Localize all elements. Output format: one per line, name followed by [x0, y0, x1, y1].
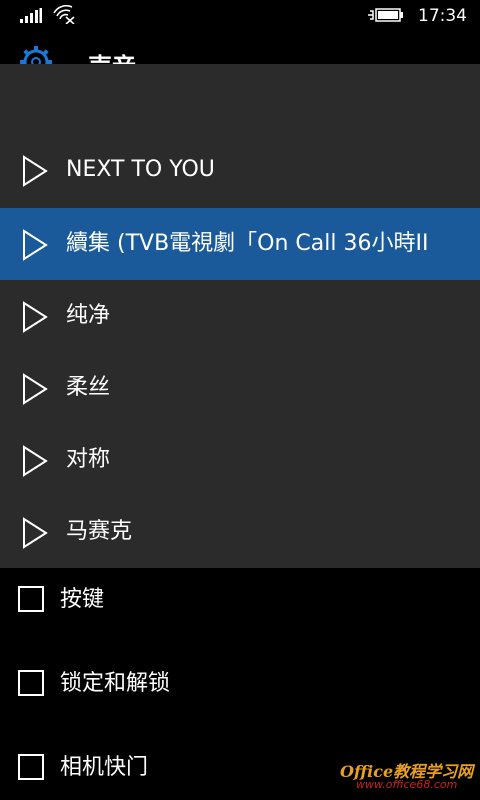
screen: 17:34 声音 NEXT TO YOU — [0, 0, 480, 800]
status-bar: 17:34 — [0, 0, 480, 32]
play-outline-icon — [23, 229, 48, 261]
checkbox-label: 按键 — [60, 587, 105, 612]
play-outline-icon — [23, 301, 48, 333]
dropdown-item-on-call[interactable]: 續集 (TVB電視劇「On Call 36小時II — [0, 208, 480, 280]
dropdown-item-next-to-you[interactable]: NEXT TO YOU — [0, 134, 480, 206]
dropdown-item-silk[interactable]: 柔丝 — [0, 352, 480, 424]
battery-charging-icon — [368, 8, 403, 22]
play-outline-icon — [23, 445, 48, 477]
camera-shutter-checkbox[interactable] — [18, 754, 44, 780]
dropdown-item-label: 马赛克 — [66, 519, 133, 544]
status-time: 17:34 — [418, 6, 467, 26]
dropdown-item-label: NEXT TO YOU — [66, 157, 215, 182]
checkbox-label: 锁定和解锁 — [60, 671, 171, 696]
dropdown-item-label: 纯净 — [66, 303, 111, 328]
lock-unlock-checkbox[interactable] — [18, 670, 44, 696]
watermark: Office教程学习网 www.office68.com — [340, 758, 473, 796]
checkbox-label: 相机快门 — [60, 755, 149, 780]
play-outline-icon — [23, 373, 48, 405]
dropdown-item-label: 續集 (TVB電視劇「On Call 36小時II — [66, 231, 429, 256]
dropdown-item-label: 对称 — [66, 447, 111, 472]
dropdown-item-label: 柔丝 — [66, 375, 111, 400]
dropdown-item-pure[interactable]: 纯净 — [0, 280, 480, 352]
checkbox-row-keys[interactable]: 按键 — [0, 570, 480, 630]
checkbox-row-lock-unlock[interactable]: 锁定和解锁 — [0, 654, 480, 714]
play-outline-icon — [23, 517, 48, 549]
play-outline-icon — [23, 155, 48, 187]
dropdown-item-mosaic[interactable]: 马赛克 — [0, 496, 480, 568]
wifi-icon — [53, 5, 75, 24]
ringtone-dropdown: NEXT TO YOU 續集 (TVB電視劇「On Call 36小時II 纯净… — [0, 64, 480, 568]
watermark-url: www.office68.com — [356, 778, 458, 791]
keys-checkbox[interactable] — [18, 586, 44, 612]
signal-bars-icon — [20, 8, 42, 23]
dropdown-item-symmetry[interactable]: 对称 — [0, 424, 480, 496]
